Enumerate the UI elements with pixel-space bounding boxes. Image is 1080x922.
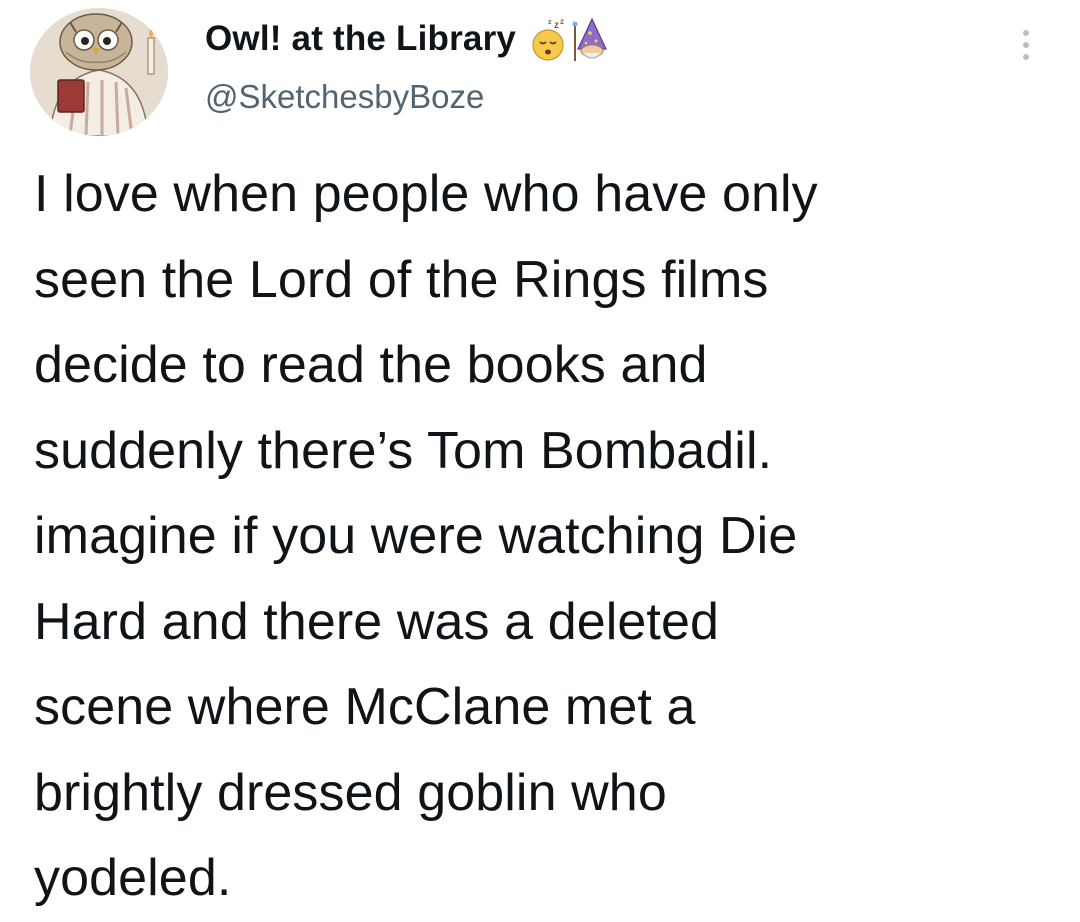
tweet-header: Owl! at the Library z z z @SketchesbyBoz…: [205, 10, 1005, 116]
more-options-icon-dot: [1023, 42, 1029, 48]
author-name-row: Owl! at the Library z z z: [205, 10, 1005, 68]
more-options-icon: [1023, 30, 1029, 36]
tweet-card: Owl! at the Library z z z @SketchesbyBoz…: [0, 0, 1080, 913]
more-options-button[interactable]: [1008, 20, 1044, 70]
tweet-text: I love when people who have only seen th…: [34, 165, 818, 907]
mage-emoji-icon: [572, 15, 612, 63]
svg-text:z: z: [560, 17, 564, 26]
avatar[interactable]: [30, 8, 168, 136]
author-handle[interactable]: @SketchesbyBoze: [205, 78, 1005, 116]
svg-text:z: z: [548, 19, 552, 26]
author-display-name[interactable]: Owl! at the Library: [205, 19, 516, 59]
svg-text:z: z: [554, 20, 559, 31]
owl-reading-avatar-icon: [30, 8, 168, 136]
more-options-icon-dot: [1023, 54, 1029, 60]
sleeping-face-emoji-icon: z z z: [528, 15, 572, 63]
